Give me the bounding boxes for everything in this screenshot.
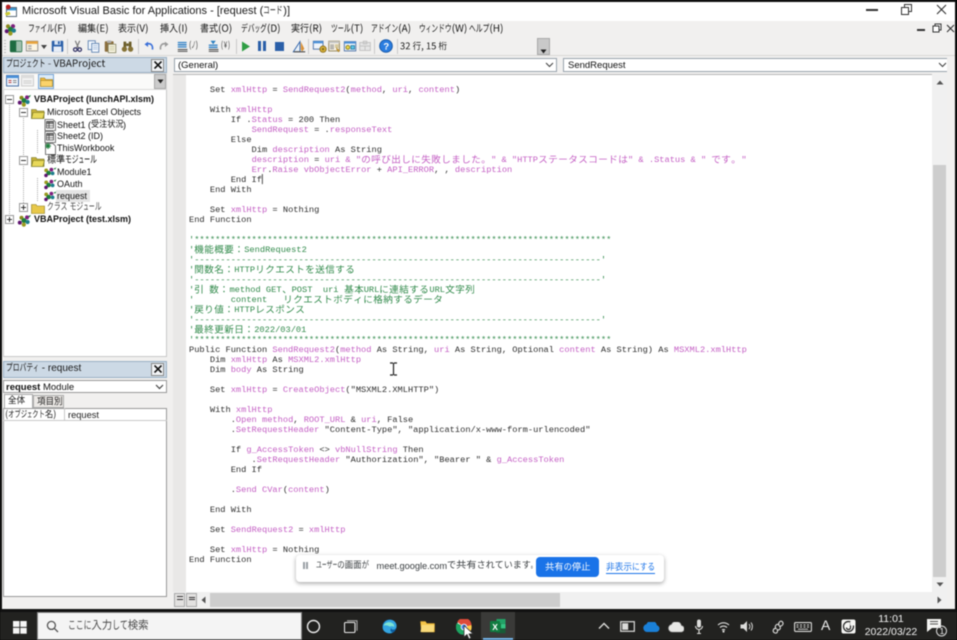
svg-text:?: ? — [383, 41, 389, 52]
svg-text:X: X — [492, 622, 498, 632]
svg-text:1: 1 — [940, 626, 945, 636]
